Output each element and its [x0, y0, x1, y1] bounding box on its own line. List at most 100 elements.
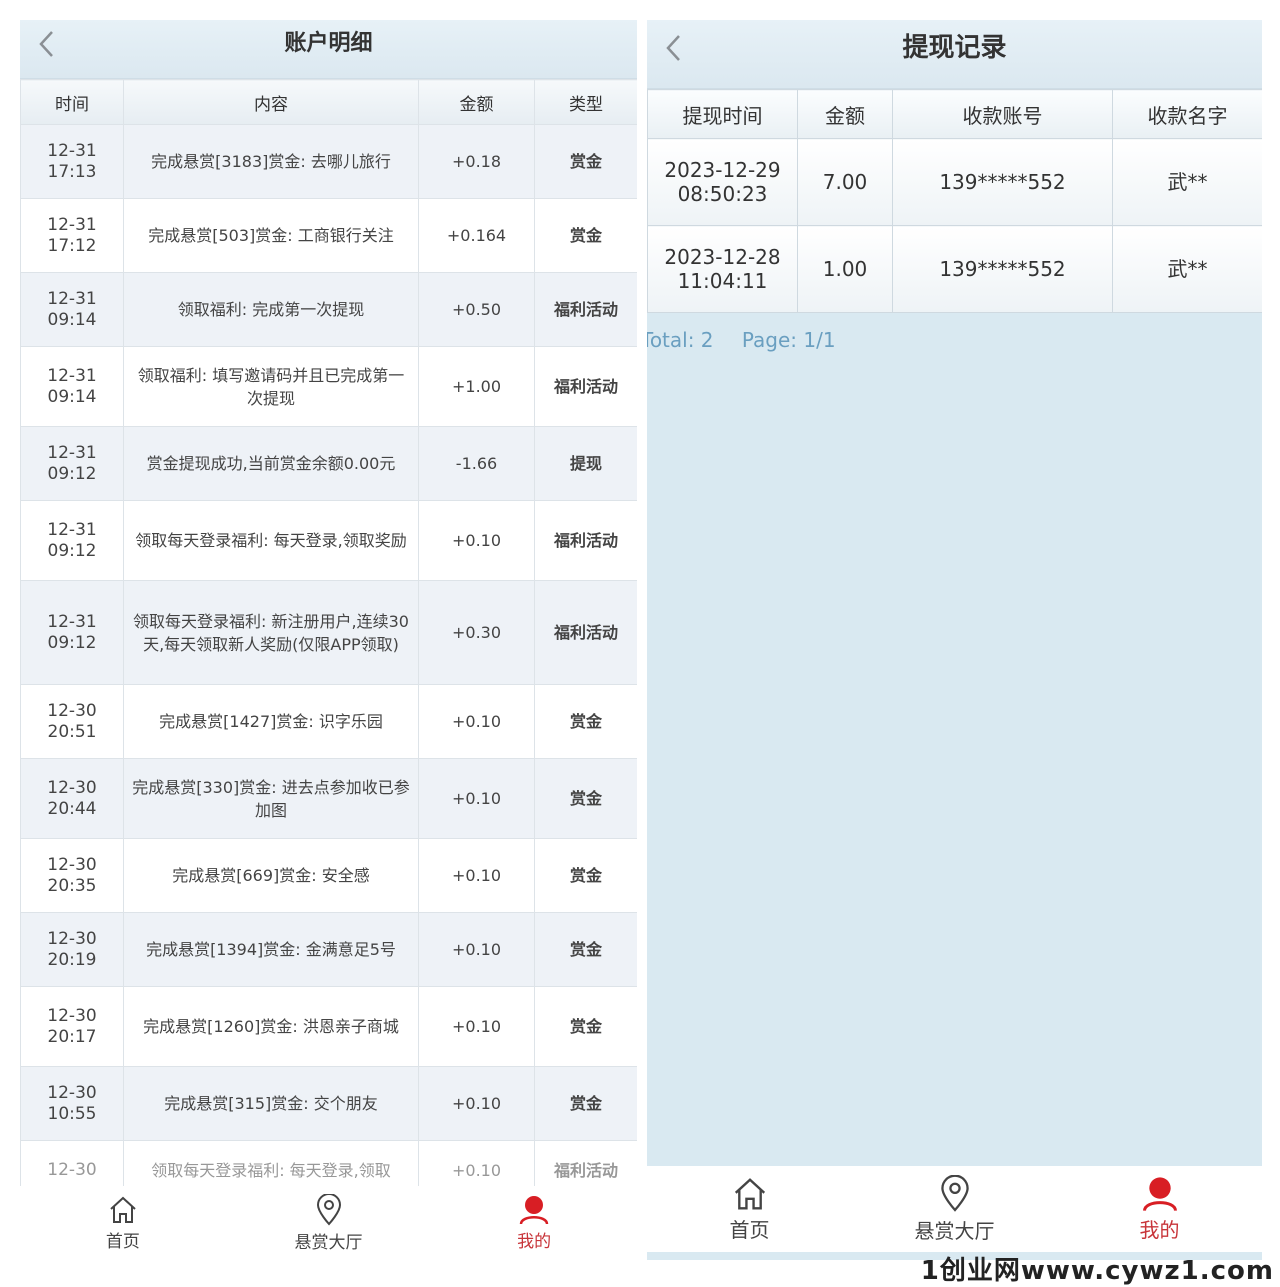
row-type-badge: 赏金: [534, 198, 637, 273]
tab-home[interactable]: 首页: [20, 1186, 226, 1260]
table-header-row: 提现时间 金额 收款账号 收款名字: [647, 89, 1262, 139]
row-clock: 20:19: [47, 949, 97, 970]
row-amount: +0.50: [418, 272, 535, 347]
row-amount: +0.10: [418, 684, 535, 759]
row-clock: 09:14: [47, 386, 97, 407]
row-clock: 17:12: [47, 235, 97, 256]
chevron-left-icon: [666, 35, 680, 61]
row-withdraw-time: 2023-12-28 11:04:11: [647, 225, 798, 313]
tab-bounty-hall[interactable]: 悬赏大厅: [852, 1166, 1057, 1252]
row-time: 12-30 20:17: [20, 986, 124, 1067]
row-date: 12-31: [47, 365, 97, 386]
row-date: 12-31: [47, 288, 97, 309]
row-account: 139*****552: [892, 225, 1113, 313]
row-content: 完成悬赏[3183]赏金: 去哪儿旅行: [123, 124, 419, 199]
row-time: 12-31 09:14: [20, 272, 124, 347]
row-amount: 1.00: [797, 225, 893, 313]
row-payee-name: 武**: [1112, 225, 1262, 313]
row-clock: 09:14: [47, 309, 97, 330]
table-row: 12-30 20:35 完成悬赏[669]赏金: 安全感 +0.10 赏金: [20, 838, 637, 913]
row-date: 12-30: [47, 700, 97, 721]
column-header-payee-name: 收款名字: [1112, 89, 1262, 139]
back-button[interactable]: [32, 26, 62, 62]
row-amount: +0.164: [418, 198, 535, 273]
column-header-time: 时间: [20, 79, 124, 125]
back-button[interactable]: [659, 30, 689, 66]
row-type-badge: 赏金: [534, 838, 637, 913]
withdraw-record-rows: 2023-12-29 08:50:23 7.00 139*****552 武** 2023…: [647, 138, 1262, 313]
row-content: 领取福利: 填写邀请码并且已完成第一次提现: [123, 346, 419, 427]
tab-bounty-hall[interactable]: 悬赏大厅: [226, 1186, 432, 1260]
row-type-badge: 提现: [534, 426, 637, 501]
row-date: 12-31: [47, 140, 97, 161]
row-date: 12-30: [47, 928, 97, 949]
row-date: 2023-12-29: [664, 158, 781, 182]
row-time: 12-31 09:12: [20, 500, 124, 581]
row-content: 完成悬赏[330]赏金: 进去点参加收已参加图: [123, 758, 419, 839]
row-type-badge: 福利活动: [534, 346, 637, 427]
table-row: 12-31 09:12 领取每天登录福利: 每天登录,领取奖励 +0.10 福利活动: [20, 500, 637, 581]
table-row: 12-31 09:12 赏金提现成功,当前赏金余额0.00元 -1.66 提现: [20, 426, 637, 501]
row-type-badge: 福利活动: [534, 500, 637, 581]
row-clock: 20:44: [47, 798, 97, 819]
tab-label-bounty-hall: 悬赏大厅: [294, 1232, 363, 1253]
location-pin-icon: [316, 1193, 341, 1225]
table-row: 12-30 10:55 完成悬赏[315]赏金: 交个朋友 +0.10 赏金: [20, 1066, 637, 1141]
row-amount: +0.30: [418, 580, 535, 685]
user-icon: [519, 1195, 549, 1224]
table-row: 12-31 17:13 完成悬赏[3183]赏金: 去哪儿旅行 +0.18 赏金: [20, 124, 637, 199]
account-detail-rows: 12-31 17:13 完成悬赏[3183]赏金: 去哪儿旅行 +0.18 赏金 12-3…: [20, 124, 637, 1201]
withdraw-record-screen: 提现记录 提现时间 金额 收款账号 收款名字 2023-12-29 08:50:2…: [647, 20, 1262, 1260]
row-amount: +0.10: [418, 500, 535, 581]
page-indicator: Page: 1/1: [741, 328, 836, 352]
row-clock: 20:35: [47, 875, 97, 896]
row-time: 12-31 17:12: [20, 198, 124, 273]
row-content: 领取每天登录福利: 每天登录,领取奖励: [123, 500, 419, 581]
table-row: 12-31 09:12 领取每天登录福利: 新注册用户,连续30天,每天领取新人奖励…: [20, 580, 637, 685]
account-detail-header: 账户明细: [20, 20, 637, 79]
home-icon: [734, 1177, 765, 1209]
tab-mine[interactable]: 我的: [431, 1186, 637, 1260]
tab-label-mine: 我的: [1139, 1217, 1180, 1242]
row-clock: 20:51: [47, 721, 97, 742]
table-row: 12-30 20:44 完成悬赏[330]赏金: 进去点参加收已参加图 +0.10 赏金: [20, 758, 637, 839]
row-type-badge: 赏金: [534, 758, 637, 839]
row-content: 赏金提现成功,当前赏金余额0.00元: [123, 426, 419, 501]
user-icon: [1142, 1176, 1177, 1211]
row-amount: +0.10: [418, 1066, 535, 1141]
row-amount: +0.10: [418, 838, 535, 913]
row-type-badge: 赏金: [534, 124, 637, 199]
row-account: 139*****552: [892, 138, 1113, 226]
column-header-type: 类型: [534, 79, 637, 125]
row-amount: +1.00: [418, 346, 535, 427]
column-header-withdraw-time: 提现时间: [647, 89, 798, 139]
row-clock: 09:12: [47, 632, 97, 653]
row-date: 12-30: [47, 854, 97, 875]
row-clock: 09:12: [47, 540, 97, 561]
row-time: 12-31 09:12: [20, 426, 124, 501]
row-content: 完成悬赏[1394]赏金: 金满意足5号: [123, 912, 419, 987]
row-clock: 09:12: [47, 463, 97, 484]
tab-mine[interactable]: 我的: [1057, 1166, 1262, 1252]
row-time: 12-30 20:35: [20, 838, 124, 913]
row-date: 12-30: [47, 1005, 97, 1026]
row-content: 完成悬赏[1260]赏金: 洪恩亲子商城: [123, 986, 419, 1067]
watermark: 1创业网www.cywz1.com: [920, 1256, 1274, 1286]
column-header-amount: 金额: [418, 79, 535, 125]
row-content: 完成悬赏[1427]赏金: 识字乐园: [123, 684, 419, 759]
bottom-tab-bar: 首页 悬赏大厅 我的: [647, 1166, 1262, 1252]
row-type-badge: 赏金: [534, 1066, 637, 1141]
row-time: 12-30 20:51: [20, 684, 124, 759]
page-title: 提现记录: [902, 33, 1007, 63]
column-header-content: 内容: [123, 79, 419, 125]
row-clock: 20:17: [47, 1026, 97, 1047]
row-amount: +0.10: [418, 758, 535, 839]
row-time: 12-30 20:19: [20, 912, 124, 987]
row-date: 12-31: [47, 442, 97, 463]
pagination-info: Total: 2 Page: 1/1: [647, 328, 858, 352]
row-payee-name: 武**: [1112, 138, 1262, 226]
tab-home[interactable]: 首页: [647, 1166, 852, 1252]
row-amount: +0.10: [418, 912, 535, 987]
tab-label-mine: 我的: [517, 1231, 552, 1252]
table-header-row: 时间 内容 金额 类型: [20, 79, 637, 125]
